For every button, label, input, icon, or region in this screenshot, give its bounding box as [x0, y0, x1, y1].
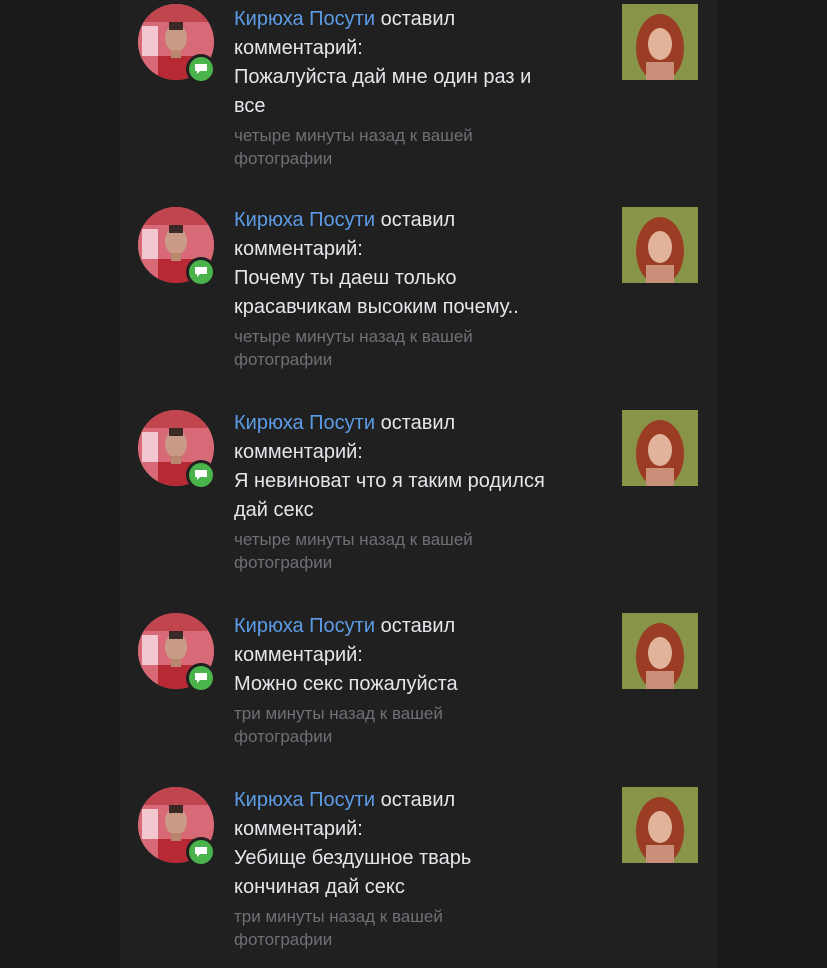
photo-thumbnail[interactable] [622, 613, 698, 689]
notification-text: Кирюха Посути оставил комментарий: Уебищ… [234, 786, 609, 951]
action-text: оставил [375, 789, 456, 811]
badge [186, 257, 216, 287]
notification-text: Кирюха Посути оставил комментарий: Можно… [234, 612, 609, 748]
photo-image [622, 787, 698, 863]
right-margin [717, 0, 827, 968]
comment-icon [189, 666, 213, 690]
author-link[interactable]: Кирюха Посути [234, 412, 375, 434]
action-text: оставил [375, 412, 456, 434]
action-text: оставил [375, 209, 456, 231]
comment-text: Можно секс пожалуйста [234, 673, 458, 695]
comment-icon [189, 463, 213, 487]
action-text-line2: комментарий: [234, 441, 363, 463]
action-text-line2: комментарий: [234, 644, 363, 666]
action-text-line2: комментарий: [234, 238, 363, 260]
notification-text: Кирюха Посути оставил комментарий: Пожал… [234, 5, 609, 170]
comment-text: Я невиноват что я таким родился [234, 470, 545, 492]
action-text: оставил [375, 8, 456, 30]
author-link[interactable]: Кирюха Посути [234, 615, 375, 637]
photo-thumbnail[interactable] [622, 787, 698, 863]
badge [186, 663, 216, 693]
author-link[interactable]: Кирюха Посути [234, 789, 375, 811]
author-link[interactable]: Кирюха Посути [234, 8, 375, 30]
action-text: оставил [375, 615, 456, 637]
comment-text: все [234, 95, 266, 117]
notifications-feed[interactable]: Кирюха Посути оставил комментарий: Пожал… [120, 0, 717, 968]
timestamp: четыре минуты назад к вашей фотографии [234, 327, 473, 369]
photo-thumbnail[interactable] [622, 410, 698, 486]
photo-image [622, 4, 698, 80]
timestamp: четыре минуты назад к вашей фотографии [234, 530, 473, 572]
badge [186, 54, 216, 84]
badge [186, 837, 216, 867]
comment-text: Уебище бездушное тварь [234, 847, 472, 869]
comment-icon [189, 840, 213, 864]
author-link[interactable]: Кирюха Посути [234, 209, 375, 231]
comment-text: кончиная дай секс [234, 876, 405, 898]
timestamp: три минуты назад к вашей фотографии [234, 704, 443, 746]
notification-text: Кирюха Посути оставил комментарий: Почем… [234, 206, 609, 371]
badge [186, 460, 216, 490]
timestamp: три минуты назад к вашей фотографии [234, 907, 443, 949]
comment-text: дай секс [234, 499, 314, 521]
left-margin [0, 0, 120, 968]
timestamp: четыре минуты назад к вашей фотографии [234, 126, 473, 168]
photo-thumbnail[interactable] [622, 207, 698, 283]
photo-image [622, 410, 698, 486]
comment-text: Почему ты даеш только [234, 267, 457, 289]
comment-text: Пожалуйста дай мне один раз и [234, 66, 532, 88]
photo-image [622, 613, 698, 689]
action-text-line2: комментарий: [234, 818, 363, 840]
comment-icon [189, 57, 213, 81]
photo-thumbnail[interactable] [622, 4, 698, 80]
notification-text: Кирюха Посути оставил комментарий: Я нев… [234, 409, 609, 574]
action-text-line2: комментарий: [234, 37, 363, 59]
photo-image [622, 207, 698, 283]
comment-icon [189, 260, 213, 284]
comment-text: красавчикам высоким почему.. [234, 296, 519, 318]
